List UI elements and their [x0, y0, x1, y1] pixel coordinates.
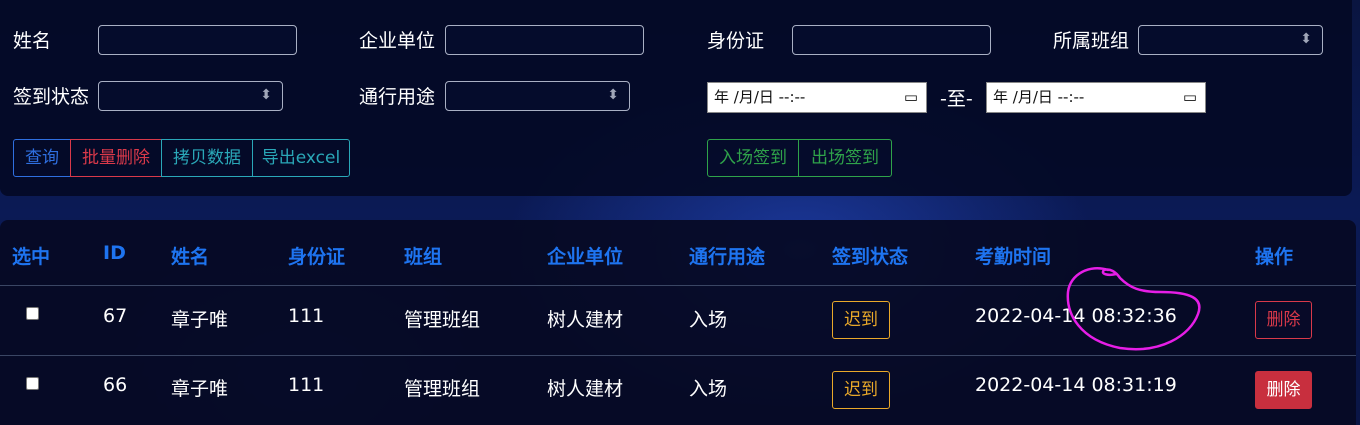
col-name: 姓名: [171, 246, 210, 268]
cell-id-card: 111: [288, 374, 325, 396]
team-select[interactable]: [1138, 25, 1323, 55]
calendar-icon[interactable]: ▭: [904, 83, 918, 112]
col-purpose: 通行用途: [689, 246, 766, 268]
cell-id: 67: [103, 305, 128, 327]
date-end-text: 年 /月/日 --:--: [993, 88, 1085, 106]
name-input[interactable]: [98, 25, 297, 55]
company-input[interactable]: [445, 25, 644, 55]
purpose-select[interactable]: [445, 81, 630, 111]
exit-sign-button[interactable]: 出场签到: [798, 139, 892, 177]
cell-id: 66: [103, 374, 128, 396]
cell-name: 章子唯: [171, 378, 229, 400]
query-button[interactable]: 查询: [13, 139, 71, 177]
col-id: ID: [103, 242, 126, 264]
batch-delete-button[interactable]: 批量删除: [70, 139, 162, 177]
entry-sign-button[interactable]: 入场签到: [707, 139, 799, 177]
cell-id-card: 111: [288, 305, 325, 327]
status-badge: 迟到: [832, 371, 890, 409]
cell-purpose: 入场: [689, 378, 728, 400]
row-checkbox[interactable]: [26, 307, 39, 320]
annotation-circle: [1066, 267, 1201, 351]
delete-button[interactable]: 删除: [1255, 301, 1312, 339]
copy-data-button[interactable]: 拷贝数据: [161, 139, 253, 177]
team-label: 所属班组: [1053, 30, 1130, 52]
date-start-text: 年 /月/日 --:--: [714, 88, 806, 106]
col-sign-status: 签到状态: [832, 246, 909, 268]
name-label: 姓名: [13, 30, 52, 52]
col-select: 选中: [12, 246, 51, 268]
col-id-card: 身份证: [288, 246, 346, 268]
cell-team: 管理班组: [404, 309, 481, 331]
col-actions: 操作: [1255, 246, 1294, 268]
company-label: 企业单位: [359, 30, 436, 52]
calendar-icon[interactable]: ▭: [1183, 83, 1197, 112]
cell-name: 章子唯: [171, 309, 229, 331]
status-badge: 迟到: [832, 301, 890, 339]
col-company: 企业单位: [547, 246, 624, 268]
date-end-input[interactable]: 年 /月/日 --:-- ▭: [986, 82, 1206, 113]
cell-time: 2022-04-14 08:31:19: [975, 374, 1177, 396]
date-start-input[interactable]: 年 /月/日 --:-- ▭: [707, 82, 927, 113]
cell-purpose: 入场: [689, 309, 728, 331]
cell-company: 树人建材: [547, 309, 624, 331]
purpose-label: 通行用途: [359, 86, 436, 108]
row-checkbox[interactable]: [26, 377, 39, 390]
export-excel-button[interactable]: 导出excel: [252, 139, 350, 177]
col-team: 班组: [404, 246, 443, 268]
cell-company: 树人建材: [547, 378, 624, 400]
id-card-label: 身份证: [707, 30, 765, 52]
col-attendance-time: 考勤时间: [975, 246, 1052, 268]
date-separator: -至-: [940, 88, 973, 110]
sign-status-select[interactable]: [98, 81, 283, 111]
cell-team: 管理班组: [404, 378, 481, 400]
id-card-input[interactable]: [792, 25, 991, 55]
delete-button[interactable]: 删除: [1255, 371, 1312, 409]
sign-status-label: 签到状态: [13, 86, 90, 108]
